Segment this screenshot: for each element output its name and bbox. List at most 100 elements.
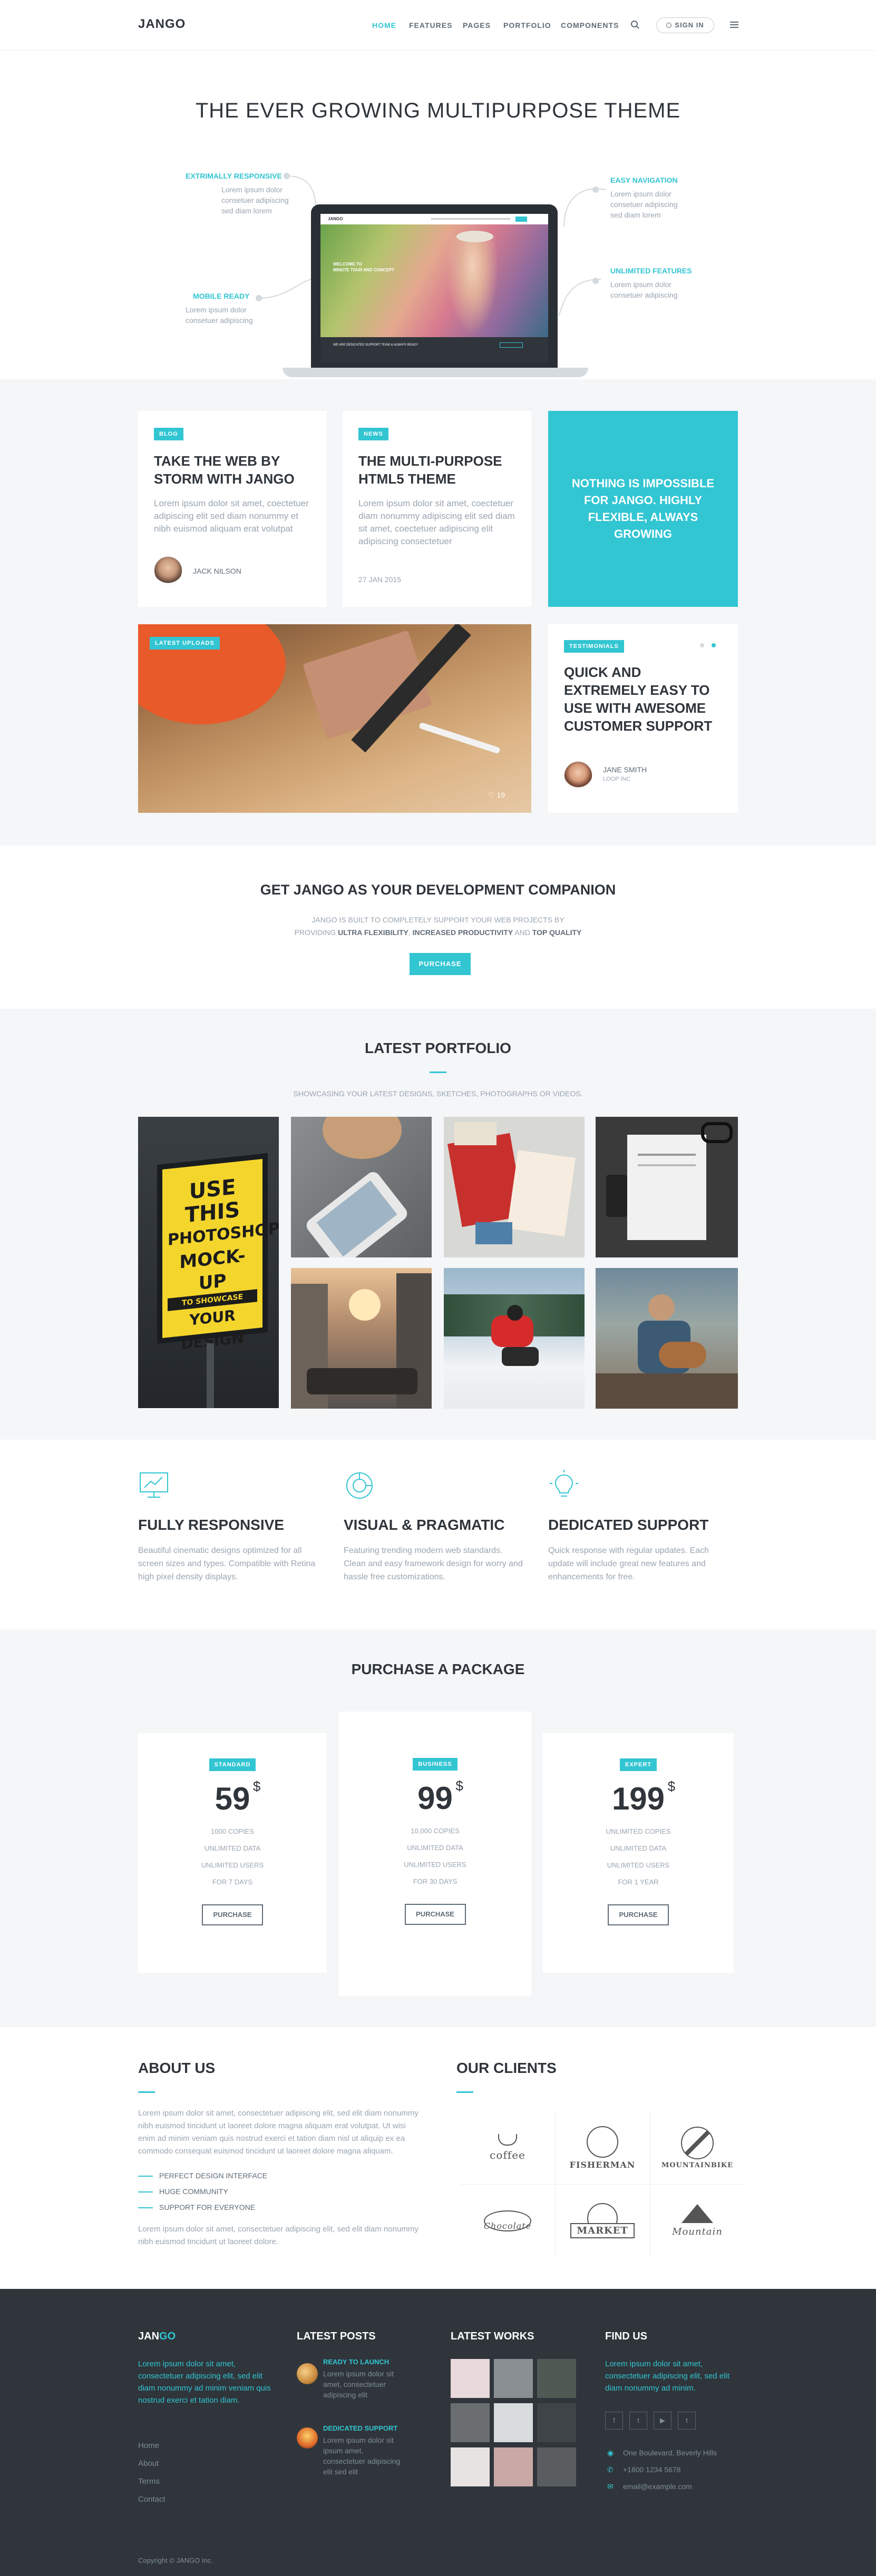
portfolio-item[interactable] — [596, 1117, 738, 1257]
man-head — [648, 1294, 675, 1321]
portfolio-item[interactable] — [291, 1268, 432, 1409]
footer-link-home[interactable]: Home — [138, 2441, 159, 2450]
youtube-icon[interactable]: ▶ — [654, 2412, 671, 2430]
footer-email[interactable]: ✉ email@example.com — [605, 2482, 692, 2491]
feature-navigation-text: Lorem ipsum dolor consetuer adipiscing sed… — [610, 190, 678, 219]
work-thumbnail[interactable] — [537, 2447, 576, 2486]
portfolio-subtitle: SHOWCASING YOUR LATEST DESIGNS, SKETCHES… — [293, 1089, 583, 1098]
client-logo-coffee[interactable]: coffee — [460, 2111, 555, 2184]
feature-title: FULLY RESPONSIVE — [138, 1517, 284, 1533]
testimonial-company: LOOP INC — [603, 776, 631, 782]
post-thumbnail[interactable] — [297, 2427, 318, 2449]
post-title[interactable]: DEDICATED SUPPORT — [323, 2424, 397, 2432]
work-thumbnail[interactable] — [537, 2359, 576, 2398]
title-underline — [456, 2091, 473, 2093]
client-logo-mountainbike[interactable]: MOUNTAINBIKE — [650, 2111, 745, 2184]
client-logo-market[interactable]: MARKET — [555, 2184, 650, 2257]
plan-purchase-button[interactable]: PURCHASE — [608, 1904, 669, 1925]
blog-card-title[interactable]: TAKE THE WEB BY STORM WITH JANGO — [154, 452, 311, 488]
work-thumbnail[interactable] — [537, 2403, 576, 2442]
work-thumbnail[interactable] — [494, 2403, 533, 2442]
billboard-pole — [207, 1343, 214, 1408]
portfolio-item[interactable]: USE THIS PHOTOSHOP MOCK-UP TO SHOWCASE Y… — [138, 1117, 279, 1408]
client-logo-chocolate[interactable]: Chocolate — [460, 2184, 555, 2257]
client-logo-fisherman[interactable]: FISHERMAN — [555, 2111, 650, 2184]
work-thumbnail[interactable] — [494, 2447, 533, 2486]
tumblr-icon[interactable]: t — [678, 2412, 696, 2430]
plan-feature: FOR 1 YEAR — [618, 1878, 659, 1886]
plan-feature: UNLIMITED DATA — [204, 1844, 261, 1852]
portfolio-item[interactable] — [291, 1117, 432, 1257]
nav-portfolio[interactable]: PORTFOLIO — [503, 21, 551, 30]
monitor-chart-icon — [140, 1472, 168, 1498]
plan-price: 59 $ — [215, 1778, 261, 1816]
skier-legs — [502, 1347, 539, 1366]
news-card[interactable]: NEWS THE MULTI-PURPOSE HTML5 THEME Lorem… — [343, 411, 531, 607]
plan-tag: STANDARD — [209, 1758, 256, 1771]
footer-logo[interactable]: JANGO — [138, 2331, 176, 2343]
plan-price: 99 $ — [417, 1778, 463, 1816]
twitter-icon[interactable]: t — [629, 2412, 647, 2430]
client-logo-mountain[interactable]: Mountain — [650, 2184, 745, 2257]
laptop-base — [283, 368, 588, 377]
location-icon: ◉ — [607, 2449, 614, 2457]
feature-responsive-title: EXTRIMALLY RESPONSIVE — [186, 172, 282, 180]
business-card — [475, 1222, 512, 1244]
work-thumbnail[interactable] — [494, 2359, 533, 2398]
hero-dot — [284, 173, 290, 179]
work-thumbnail[interactable] — [451, 2359, 490, 2398]
nav-features[interactable]: FEATURES — [409, 21, 452, 30]
feature-column: FULLY RESPONSIVE Beautiful cinematic des… — [138, 1470, 317, 1584]
plan-feature: UNLIMITED DATA — [610, 1844, 667, 1852]
plan-price: 199 $ — [611, 1778, 676, 1816]
plan-purchase-button[interactable]: PURCHASE — [404, 1904, 466, 1925]
likes-count: 19 — [497, 791, 505, 799]
post-title[interactable]: READY TO LAUNCH — [323, 2358, 389, 2366]
menu-icon[interactable] — [729, 20, 739, 30]
footer-link-terms[interactable]: Terms — [138, 2477, 160, 2486]
feature-responsive-text: Lorem ipsum dolor consetuer adipiscing sed… — [221, 185, 289, 215]
mountain-icon — [682, 2204, 713, 2223]
slider-dot-active[interactable] — [712, 643, 716, 647]
nav-components[interactable]: COMPONENTS — [561, 21, 619, 30]
nav-pages[interactable]: PAGES — [463, 21, 491, 30]
plan-purchase-button[interactable]: PURCHASE — [202, 1904, 263, 1925]
news-card-title[interactable]: THE MULTI-PURPOSE HTML5 THEME — [358, 452, 515, 488]
search-icon[interactable] — [630, 20, 640, 30]
hero-dot — [592, 278, 599, 284]
site-footer — [0, 2289, 876, 2576]
plan-feature: UNLIMITED DATA — [407, 1844, 463, 1852]
blog-tag: BLOG — [154, 428, 183, 440]
footer-link-contact[interactable]: Contact — [138, 2495, 166, 2504]
post-text: Lorem ipsum dolor sit amet, consectetuer… — [323, 2369, 394, 2399]
slider-dot[interactable] — [700, 643, 704, 647]
logo[interactable]: JANGO — [138, 17, 186, 32]
likes-counter[interactable]: ♡ 19 — [488, 791, 505, 800]
letterhead — [507, 1150, 576, 1236]
blog-card-text: Lorem ipsum dolor sit amet, coectetuer a… — [154, 498, 309, 534]
facebook-icon[interactable]: f — [605, 2412, 623, 2430]
latest-uploads-image[interactable]: LATEST UPLOADS ♡ 19 — [138, 624, 531, 813]
purchase-button[interactable]: PURCHASE — [410, 953, 471, 975]
client-name: coffee — [490, 2149, 525, 2161]
blog-card[interactable]: BLOG TAKE THE WEB BY STORM WITH JANGO Lo… — [138, 411, 327, 607]
news-tag: NEWS — [358, 428, 388, 440]
plan-tag: BUSINESS — [413, 1758, 458, 1771]
portfolio-item[interactable] — [596, 1268, 738, 1409]
feature-text: Beautiful cinematic designs optimized fo… — [138, 1546, 316, 1581]
title-underline — [430, 1071, 446, 1073]
footer-link-about[interactable]: About — [138, 2459, 159, 2468]
footer-phone[interactable]: ✆ +1800 1234 5678 — [605, 2465, 680, 2474]
about-list-item: SUPPORT FOR EVERYONE — [138, 2203, 255, 2211]
portfolio-item[interactable] — [444, 1268, 585, 1409]
about-list-item: HUGE COMMUNITY — [138, 2187, 228, 2196]
work-thumbnail[interactable] — [451, 2403, 490, 2442]
signin-button[interactable]: SIGN IN — [656, 17, 714, 33]
paper-document — [627, 1135, 706, 1240]
testimonial-tag: TESTIMONIALS — [564, 640, 624, 653]
nav-home[interactable]: HOME — [372, 21, 396, 30]
portfolio-item[interactable] — [444, 1117, 585, 1257]
feature-mobile-title: MOBILE READY — [193, 292, 250, 300]
work-thumbnail[interactable] — [451, 2447, 490, 2486]
post-thumbnail[interactable] — [297, 2363, 318, 2384]
